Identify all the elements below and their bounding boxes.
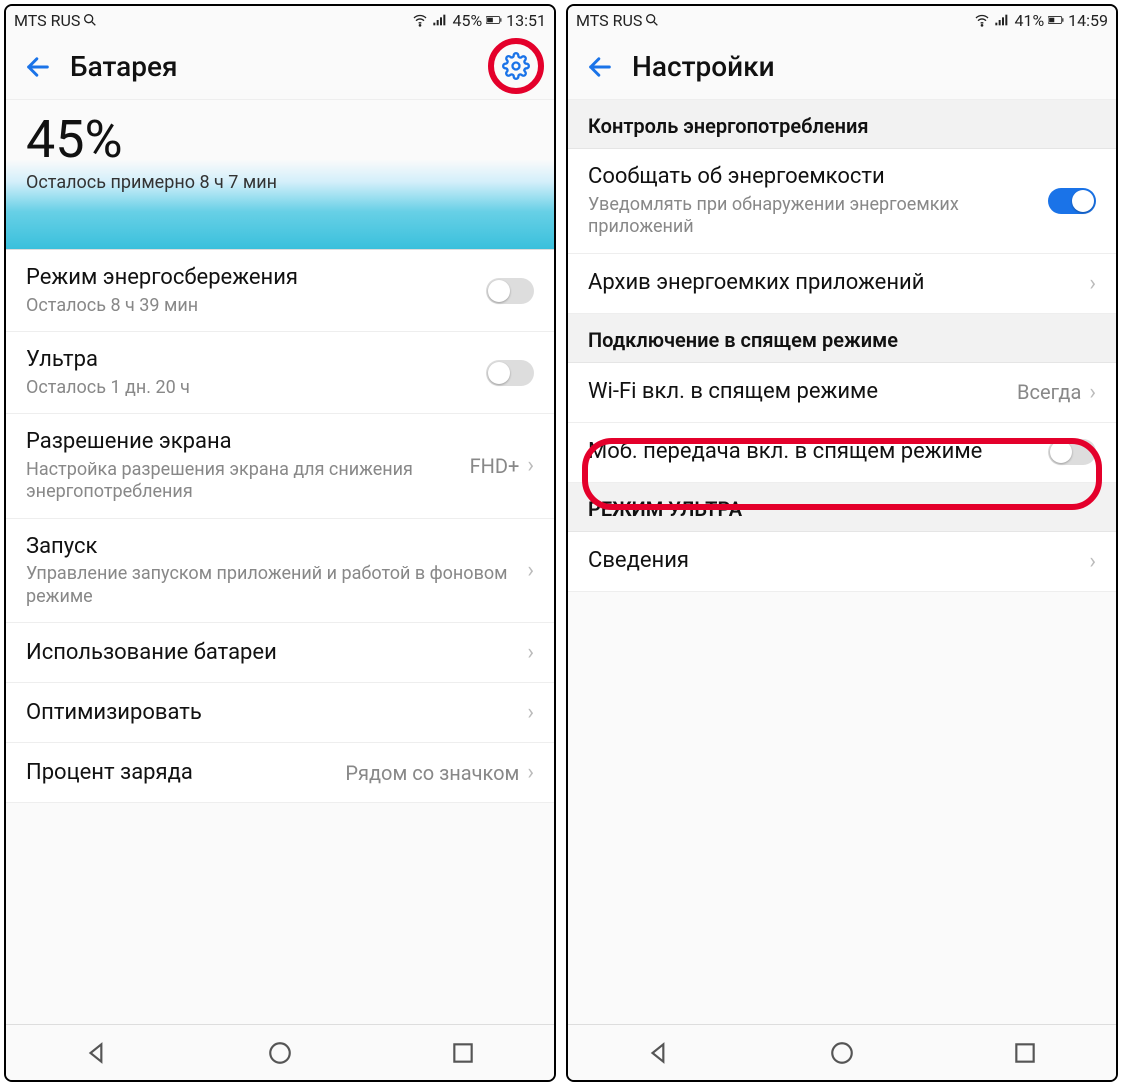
- row-title: Сообщать об энергоемкости: [588, 163, 1038, 192]
- row-optimize[interactable]: Оптимизировать ›: [6, 683, 554, 743]
- page-title: Настройки: [632, 50, 775, 83]
- status-bar: MTS RUS 41% 14:59: [568, 6, 1116, 34]
- status-battery-pct: 45%: [452, 11, 482, 30]
- chevron-right-icon: ›: [527, 558, 534, 583]
- row-title: Wi-Fi вкл. в спящем режиме: [588, 378, 1017, 407]
- chevron-right-icon: ›: [1089, 549, 1096, 574]
- toggle-power-saving[interactable]: [486, 278, 534, 304]
- chevron-right-icon: ›: [527, 700, 534, 725]
- nav-home-icon[interactable]: [829, 1040, 855, 1066]
- row-title: Запуск: [26, 533, 523, 562]
- section-power-control: Контроль энергопотребления: [568, 100, 1116, 149]
- app-header: Батарея: [6, 34, 554, 100]
- row-subtitle: Уведомлять при обнаружении энергоемких п…: [588, 194, 1038, 239]
- chevron-right-icon: ›: [1089, 380, 1096, 405]
- row-subtitle: Осталось 8 ч 39 мин: [26, 295, 476, 318]
- nav-back-icon[interactable]: [646, 1040, 672, 1066]
- row-title: Использование батареи: [26, 639, 523, 668]
- status-battery-pct: 41%: [1014, 11, 1044, 30]
- signal-icon: [432, 12, 448, 28]
- row-wifi-sleep[interactable]: Wi-Fi вкл. в спящем режиме Всегда ›: [568, 363, 1116, 423]
- section-ultra-mode: РЕЖИМ УЛЬТРА: [568, 483, 1116, 532]
- wifi-icon: [974, 12, 990, 28]
- back-icon[interactable]: [586, 53, 614, 81]
- battery-percentage: 45%: [26, 114, 534, 166]
- toggle-notify-energy[interactable]: [1048, 188, 1096, 214]
- nav-back-icon[interactable]: [84, 1040, 110, 1066]
- row-usage[interactable]: Использование батареи ›: [6, 623, 554, 683]
- toggle-ultra[interactable]: [486, 360, 534, 386]
- chevron-right-icon: ›: [527, 453, 534, 478]
- row-value: Рядом со значком: [345, 761, 519, 785]
- battery-icon: [486, 12, 502, 28]
- signal-icon: [994, 12, 1010, 28]
- battery-hero: 45% Осталось примерно 8 ч 7 мин: [6, 100, 554, 250]
- row-subtitle: Настройка разрешения экрана для снижения…: [26, 459, 470, 504]
- search-icon: [82, 12, 98, 28]
- row-title: Режим энергосбережения: [26, 264, 476, 293]
- row-about[interactable]: Сведения ›: [568, 532, 1116, 592]
- chevron-right-icon: ›: [527, 760, 534, 785]
- carrier-label: MTS RUS: [576, 11, 642, 30]
- status-time: 14:59: [1068, 11, 1108, 30]
- row-title: Архив энергоемких приложений: [588, 269, 1085, 298]
- wifi-icon: [412, 12, 428, 28]
- row-title: Ультра: [26, 346, 476, 375]
- row-archive[interactable]: Архив энергоемких приложений ›: [568, 254, 1116, 314]
- page-title: Батарея: [70, 50, 178, 83]
- phone-screen-battery: MTS RUS 45% 13:51 Батарея 45% Осталось п…: [4, 4, 556, 1082]
- nav-home-icon[interactable]: [267, 1040, 293, 1066]
- battery-remaining: Осталось примерно 8 ч 7 мин: [26, 172, 534, 193]
- app-header: Настройки: [568, 34, 1116, 100]
- back-icon[interactable]: [24, 53, 52, 81]
- row-mobile-sleep[interactable]: Моб. передача вкл. в спящем режиме: [568, 423, 1116, 483]
- gear-icon[interactable]: [502, 52, 530, 80]
- row-ultra[interactable]: Ультра Осталось 1 дн. 20 ч: [6, 332, 554, 414]
- row-power-saving[interactable]: Режим энергосбережения Осталось 8 ч 39 м…: [6, 250, 554, 332]
- row-title: Оптимизировать: [26, 699, 523, 728]
- row-value: FHD+: [470, 454, 520, 478]
- toggle-mobile-sleep[interactable]: [1048, 439, 1096, 465]
- status-time: 13:51: [506, 11, 546, 30]
- nav-bar: [568, 1024, 1116, 1080]
- row-title: Сведения: [588, 547, 1085, 576]
- row-launch[interactable]: Запуск Управление запуском приложений и …: [6, 519, 554, 624]
- section-sleep-connection: Подключение в спящем режиме: [568, 314, 1116, 363]
- row-title: Разрешение экрана: [26, 428, 470, 457]
- status-bar: MTS RUS 45% 13:51: [6, 6, 554, 34]
- row-notify-energy[interactable]: Сообщать об энергоемкости Уведомлять при…: [568, 149, 1116, 254]
- row-percent-display[interactable]: Процент заряда Рядом со значком ›: [6, 743, 554, 803]
- row-resolution[interactable]: Разрешение экрана Настройка разрешения э…: [6, 414, 554, 519]
- nav-bar: [6, 1024, 554, 1080]
- carrier-label: MTS RUS: [14, 11, 80, 30]
- row-subtitle: Управление запуском приложений и работой…: [26, 563, 523, 608]
- row-subtitle: Осталось 1 дн. 20 ч: [26, 377, 476, 400]
- chevron-right-icon: ›: [1089, 271, 1096, 296]
- chevron-right-icon: ›: [527, 640, 534, 665]
- battery-icon: [1048, 12, 1064, 28]
- row-value: Всегда: [1017, 380, 1081, 404]
- nav-recent-icon[interactable]: [1012, 1040, 1038, 1066]
- row-title: Моб. передача вкл. в спящем режиме: [588, 438, 1038, 467]
- row-title: Процент заряда: [26, 759, 345, 788]
- search-icon: [644, 12, 660, 28]
- nav-recent-icon[interactable]: [450, 1040, 476, 1066]
- phone-screen-settings: MTS RUS 41% 14:59 Настройки Контроль эне…: [566, 4, 1118, 1082]
